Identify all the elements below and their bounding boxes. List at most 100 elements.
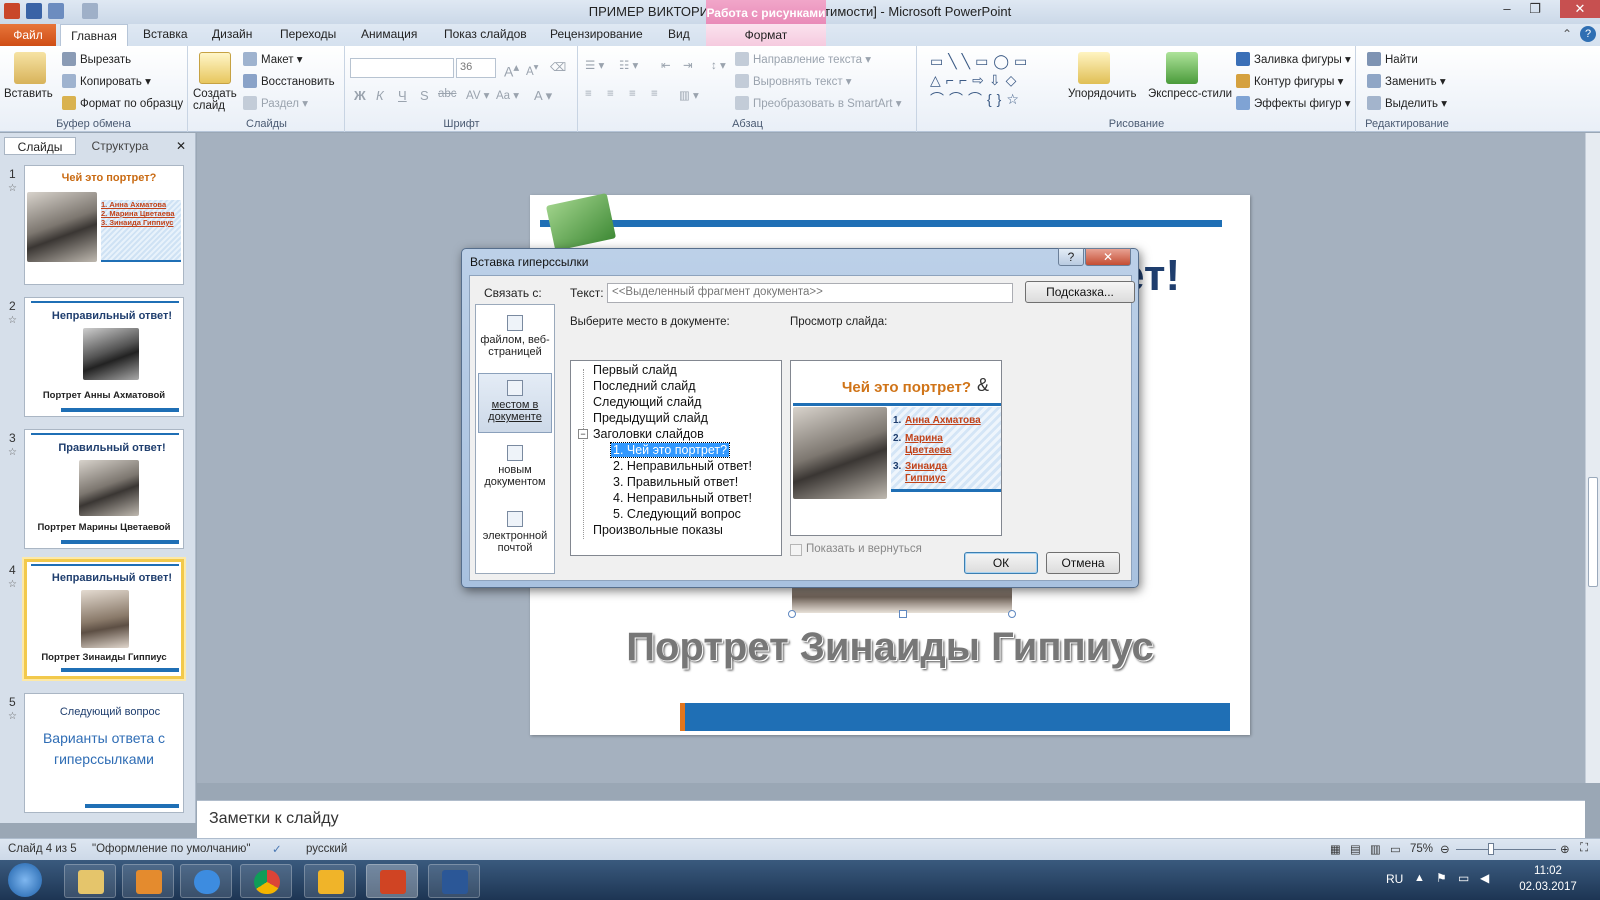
collapse-toggle[interactable]: − bbox=[578, 429, 588, 439]
tab-slideshow[interactable]: Показ слайдов bbox=[444, 27, 527, 41]
zoom-level[interactable]: 75% bbox=[1410, 843, 1433, 855]
grow-font-button[interactable]: A▴ bbox=[504, 60, 519, 80]
notes-pane[interactable]: Заметки к слайду bbox=[197, 800, 1585, 838]
cancel-button[interactable]: Отмена bbox=[1046, 552, 1120, 574]
answer-3[interactable]: 3. Зинаида Гиппиус bbox=[101, 218, 181, 227]
bullets-button[interactable]: ☰ ▾ bbox=[585, 58, 604, 72]
slide-thumbnail-1[interactable]: Чей это портрет? 1. Анна Ахматова 2. Мар… bbox=[24, 165, 184, 285]
shape-fill-button[interactable]: Заливка фигуры ▾ bbox=[1236, 52, 1351, 66]
taskbar-explorer[interactable] bbox=[64, 864, 116, 898]
reset-button[interactable]: Восстановить bbox=[243, 74, 335, 88]
zoom-slider-thumb[interactable] bbox=[1488, 843, 1494, 855]
layout-button[interactable]: Макет ▾ bbox=[243, 52, 303, 66]
sorter-view-icon[interactable]: ▤ bbox=[1350, 842, 1361, 856]
close-pane-icon[interactable]: ✕ bbox=[172, 137, 190, 155]
clear-format-icon[interactable]: ⌫ bbox=[550, 60, 566, 74]
tree-item-slide-4[interactable]: 4. Неправильный ответ! bbox=[613, 491, 752, 505]
tab-transitions[interactable]: Переходы bbox=[280, 27, 336, 41]
shadow-button[interactable]: S bbox=[420, 88, 429, 103]
arrange-button[interactable]: Упорядочить bbox=[1068, 88, 1136, 100]
format-painter-button[interactable]: Формат по образцу bbox=[62, 96, 183, 110]
tab-insert[interactable]: Вставка bbox=[143, 27, 188, 41]
fit-to-window-icon[interactable]: ⛶ bbox=[1580, 842, 1588, 855]
link-new-document[interactable]: новым документом bbox=[478, 439, 552, 499]
slideshow-view-icon[interactable]: ▭ bbox=[1390, 842, 1401, 856]
tab-file[interactable]: Файл bbox=[0, 24, 56, 46]
font-color-button[interactable]: A ▾ bbox=[534, 88, 552, 104]
change-case-button[interactable]: Aa ▾ bbox=[496, 88, 519, 102]
resize-handle[interactable] bbox=[1008, 610, 1016, 618]
quick-styles-icon[interactable] bbox=[1166, 52, 1198, 84]
paste-icon[interactable] bbox=[14, 52, 46, 84]
tree-item-slide-1[interactable]: 1. Чей это портрет? bbox=[609, 442, 731, 458]
slide-thumbnail-4[interactable]: Неправильный ответ! Портрет Зинаиды Гипп… bbox=[24, 559, 184, 679]
slide-thumbnail-3[interactable]: Правильный ответ! Портрет Марины Цветаев… bbox=[24, 429, 184, 549]
restore-button[interactable]: ❐ bbox=[1522, 0, 1548, 18]
align-left-button[interactable]: ≡ bbox=[585, 88, 592, 100]
justify-button[interactable]: ≡ bbox=[651, 88, 658, 100]
tab-home[interactable]: Главная bbox=[60, 24, 128, 47]
resize-handle[interactable] bbox=[899, 610, 907, 618]
show-hidden-icons[interactable]: ▲ bbox=[1414, 872, 1425, 884]
italic-button[interactable]: К bbox=[376, 88, 384, 103]
tab-view[interactable]: Вид bbox=[668, 27, 690, 41]
zoom-out-icon[interactable]: ⊖ bbox=[1440, 842, 1450, 856]
start-button[interactable] bbox=[8, 863, 42, 897]
tree-item-previous-slide[interactable]: Предыдущий слайд bbox=[593, 411, 708, 425]
quick-styles-button[interactable]: Экспресс-стили bbox=[1148, 88, 1232, 100]
taskbar-media[interactable] bbox=[122, 864, 174, 898]
smartart-button[interactable]: Преобразовать в SmartArt ▾ bbox=[735, 96, 901, 110]
minimize-ribbon-icon[interactable]: ⌃ bbox=[1562, 27, 1572, 41]
slide-caption[interactable]: Портрет Зинаиды Гиппиус bbox=[530, 625, 1250, 670]
help-button[interactable]: ? bbox=[1058, 248, 1084, 266]
zoom-slider[interactable] bbox=[1456, 849, 1556, 850]
slide-thumbnail-5[interactable]: Следующий вопрос Варианты ответа с гипер… bbox=[24, 693, 184, 813]
screentip-button[interactable]: Подсказка... bbox=[1025, 281, 1135, 303]
replace-button[interactable]: Заменить ▾ bbox=[1367, 74, 1446, 88]
tree-item-slide-2[interactable]: 2. Неправильный ответ! bbox=[613, 459, 752, 473]
font-name-select[interactable] bbox=[350, 58, 454, 78]
shapes-gallery[interactable]: ▭╲╲▭◯▭ △⌐⌐⇨⇩◇ ⌒⌒⌒{}☆ bbox=[930, 52, 1060, 110]
reading-view-icon[interactable]: ▥ bbox=[1370, 842, 1381, 856]
tab-outline[interactable]: Структура bbox=[80, 137, 160, 155]
clock-date[interactable]: 02.03.2017 bbox=[1512, 881, 1584, 893]
tree-item-slide-3[interactable]: 3. Правильный ответ! bbox=[613, 475, 738, 489]
taskbar-ie[interactable] bbox=[180, 864, 232, 898]
taskbar-chrome[interactable] bbox=[240, 864, 292, 898]
taskbar-powerpoint[interactable] bbox=[366, 864, 418, 898]
tree-item-last-slide[interactable]: Последний слайд bbox=[593, 379, 696, 393]
ok-button[interactable]: ОК bbox=[964, 552, 1038, 574]
slide-thumbnail-2[interactable]: Неправильный ответ! Портрет Анны Ахматов… bbox=[24, 297, 184, 417]
find-button[interactable]: Найти bbox=[1367, 52, 1418, 66]
underline-button[interactable]: Ч bbox=[398, 88, 407, 103]
copy-button[interactable]: Копировать ▾ bbox=[62, 74, 151, 88]
text-direction-button[interactable]: Направление текста ▾ bbox=[735, 52, 871, 66]
language[interactable]: русский bbox=[306, 843, 347, 855]
tree-item-next-slide[interactable]: Следующий слайд bbox=[593, 395, 701, 409]
select-button[interactable]: Выделить ▾ bbox=[1367, 96, 1447, 110]
input-language[interactable]: RU bbox=[1386, 872, 1403, 886]
link-email[interactable]: электронной почтой bbox=[478, 505, 552, 565]
tree-item-slide-5[interactable]: 5. Следующий вопрос bbox=[613, 507, 741, 521]
answer-1[interactable]: 1. Анна Ахматова bbox=[101, 200, 181, 209]
show-return-checkbox[interactable] bbox=[790, 544, 802, 556]
tree-item-first-slide[interactable]: Первый слайд bbox=[593, 363, 677, 377]
tab-design[interactable]: Дизайн bbox=[212, 27, 252, 41]
flag-icon[interactable]: ⚑ bbox=[1436, 871, 1447, 885]
align-text-button[interactable]: Выровнять текст ▾ bbox=[735, 74, 852, 88]
line-spacing-button[interactable]: ↕ ▾ bbox=[711, 58, 726, 72]
zoom-in-icon[interactable]: ⊕ bbox=[1560, 842, 1570, 856]
new-slide-button[interactable]: Создать слайд bbox=[193, 88, 237, 112]
align-right-button[interactable]: ≡ bbox=[629, 88, 636, 100]
spellcheck-icon[interactable]: ✓ bbox=[272, 842, 282, 856]
section-button[interactable]: Раздел ▾ bbox=[243, 96, 308, 110]
link-place-in-document[interactable]: местом в документе bbox=[478, 373, 552, 433]
shrink-font-button[interactable]: A▾ bbox=[526, 62, 538, 78]
paste-button[interactable]: Вставить bbox=[4, 88, 53, 100]
minimize-button[interactable]: – bbox=[1494, 0, 1520, 18]
normal-view-icon[interactable]: ▦ bbox=[1330, 842, 1341, 856]
clock-time[interactable]: 11:02 bbox=[1518, 865, 1578, 877]
help-icon[interactable]: ? bbox=[1580, 26, 1596, 42]
shape-outline-button[interactable]: Контур фигуры ▾ bbox=[1236, 74, 1343, 88]
taskbar-outlook[interactable] bbox=[304, 864, 356, 898]
